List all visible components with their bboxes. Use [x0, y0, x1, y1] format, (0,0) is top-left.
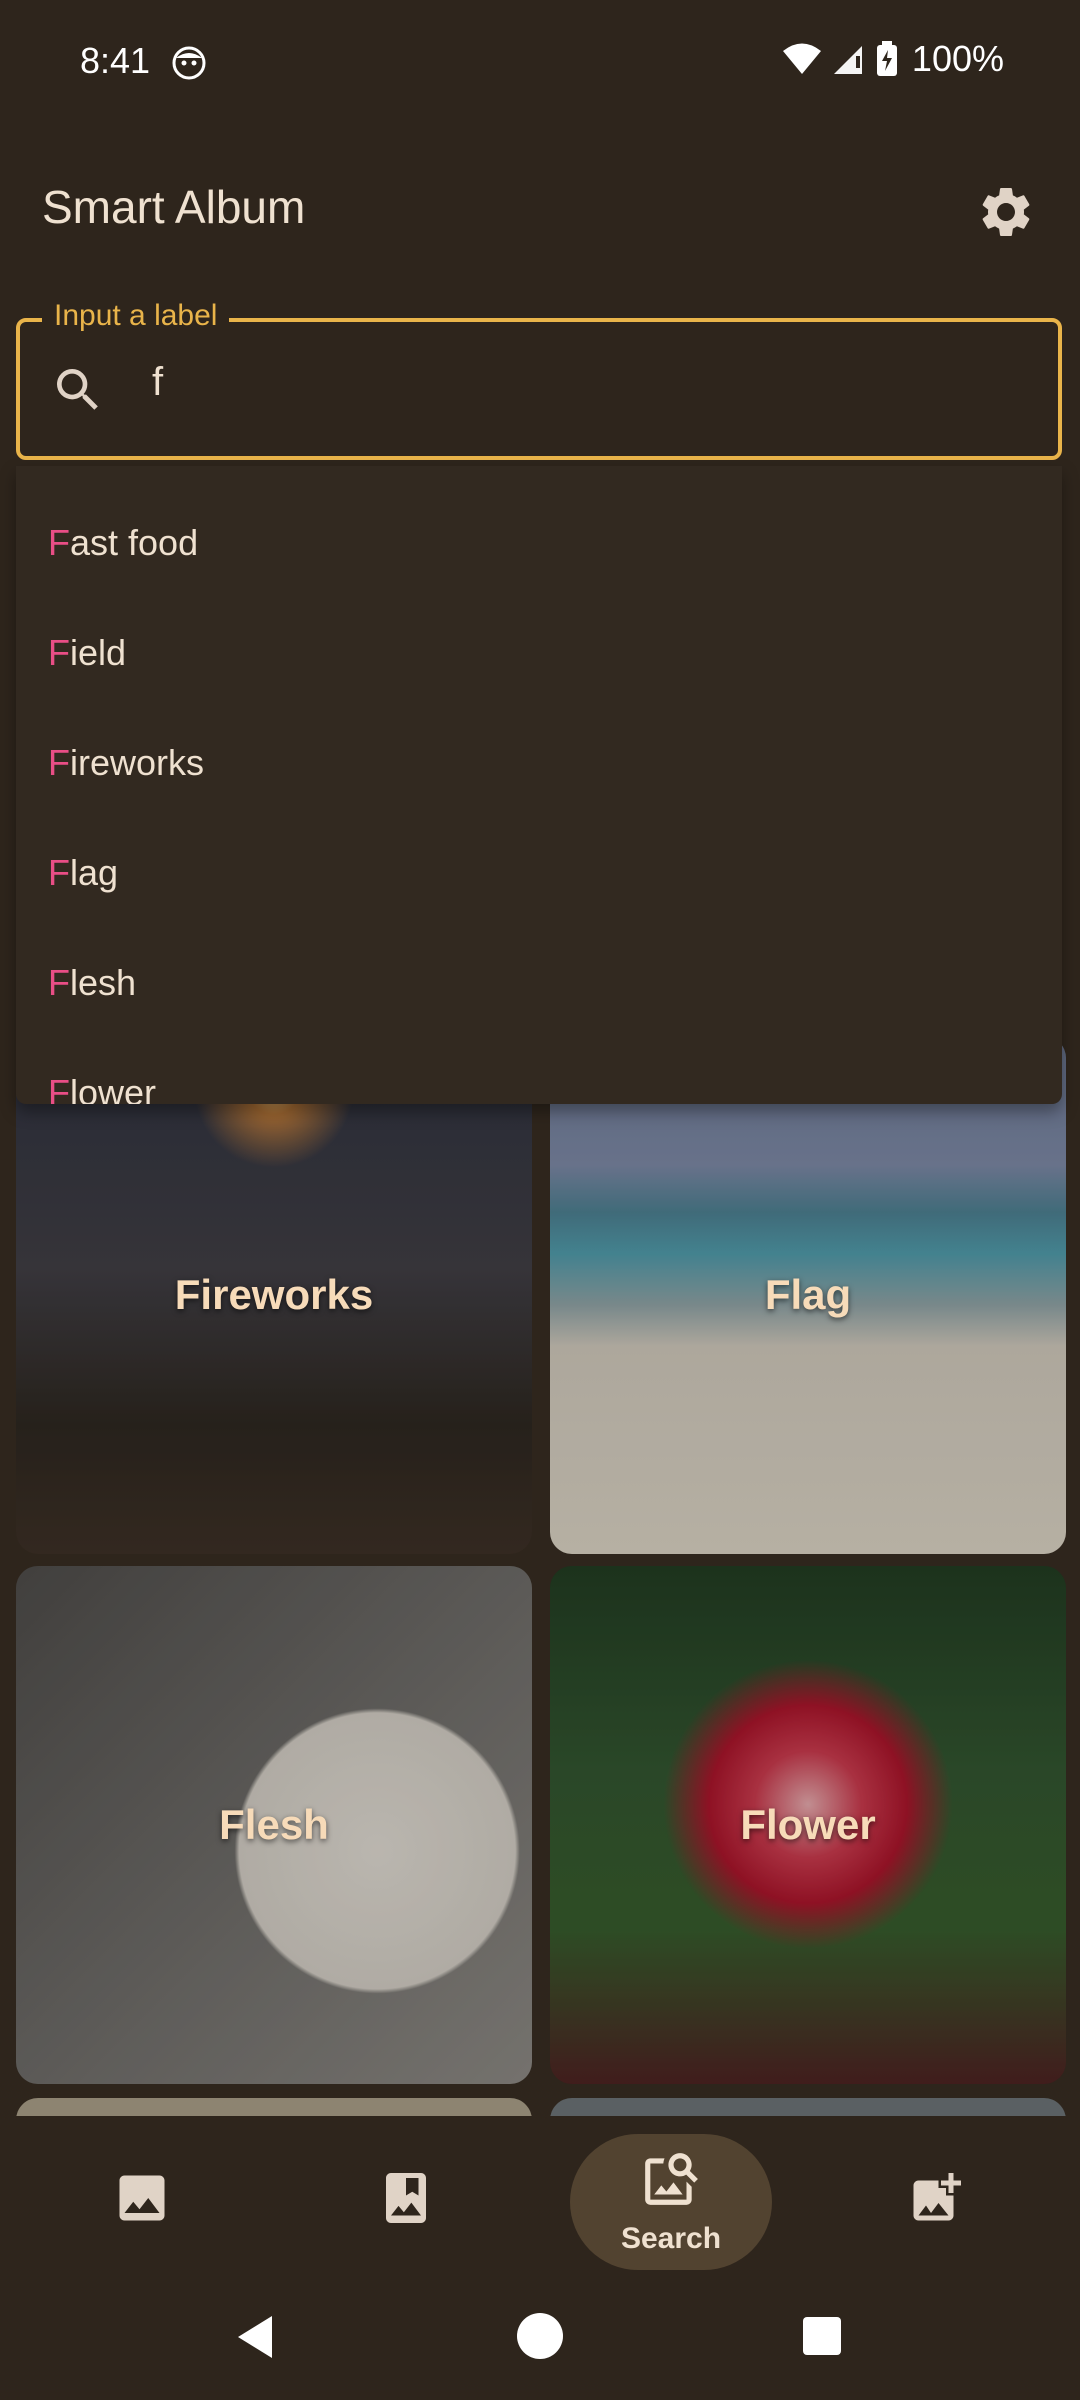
add-photo-icon [913, 2173, 961, 2221]
search-field-label: Input a label [42, 296, 230, 336]
suggestions-dropdown: Fast food Field Fireworks Flag Flesh Flo… [16, 466, 1062, 1104]
search-query-text[interactable]: f [152, 360, 163, 405]
notification-face-icon [172, 46, 206, 80]
search-input[interactable] [16, 318, 1062, 460]
battery-percent: 100% [911, 38, 1004, 79]
suggestion-item-flower[interactable]: Flower [48, 1038, 1048, 1104]
nav-add-photo[interactable] [836, 2116, 1036, 2280]
tile-label: Fireworks [174, 1271, 374, 1318]
suggestion-item-fireworks[interactable]: Fireworks [48, 708, 1048, 818]
app-title: Smart Album [42, 181, 306, 233]
photos-icon [119, 2175, 165, 2221]
tile-label: Flag [764, 1271, 852, 1318]
suggestion-item-flag[interactable]: Flag [48, 818, 1048, 928]
home-icon[interactable] [514, 2310, 566, 2362]
album-tile-fireworks[interactable]: Fireworks [16, 1036, 532, 1554]
status-icons: 100% [782, 38, 1004, 80]
suggestion-item-fast-food[interactable]: Fast food [48, 488, 1048, 598]
nav-albums[interactable] [306, 2116, 506, 2280]
album-tile-flesh[interactable]: Flesh [16, 1566, 532, 2084]
nav-search-label: Search [620, 2222, 722, 2255]
app-root: 8:41 100% Smart Album Input a label f Fa… [0, 0, 1080, 2400]
wifi-icon [782, 43, 821, 74]
tile-label: Flesh [219, 1801, 329, 1848]
search-icon [57, 369, 98, 410]
suggestion-item-flesh[interactable]: Flesh [48, 928, 1048, 1038]
tile-label: Flower [740, 1801, 876, 1848]
album-tile-flag[interactable]: Flag [550, 1036, 1066, 1554]
albums-icon [386, 2173, 426, 2223]
nav-photos[interactable] [42, 2116, 242, 2280]
back-icon[interactable] [232, 2312, 278, 2362]
album-tile-flower[interactable]: Flower [550, 1566, 1066, 2084]
recents-icon[interactable] [800, 2314, 844, 2358]
system-navigation-bar [0, 2280, 1080, 2400]
battery-icon [876, 41, 897, 76]
status-bar: 8:41 100% [0, 0, 1080, 128]
status-time: 8:41 [80, 40, 151, 81]
settings-gear-icon[interactable] [976, 182, 1036, 242]
suggestion-item-field[interactable]: Field [48, 598, 1048, 708]
bottom-navigation: Search [0, 2116, 1080, 2280]
image-search-icon [645, 2153, 698, 2205]
signal-icon [833, 46, 862, 74]
